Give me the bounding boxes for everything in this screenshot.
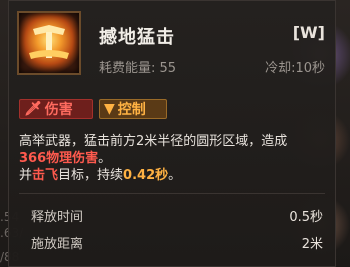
description-line: 高举武器，猛击前方2米半径的圆形区域，造成 bbox=[19, 134, 288, 149]
skill-hotkey: [W] bbox=[292, 23, 325, 42]
damage-value: 366物理伤害 bbox=[19, 151, 99, 166]
stat-row-cast-range: 施放距离 2米 bbox=[31, 233, 323, 252]
stat-value: 0.5秒 bbox=[289, 210, 323, 225]
sword-icon: 🗡 bbox=[24, 101, 42, 117]
tag-label: 控制 bbox=[117, 102, 146, 118]
energy-cost: 耗费能量: 55 bbox=[99, 61, 177, 76]
description-line: 并击飞目标，持续0.42秒。 bbox=[19, 168, 182, 183]
tag-label: 伤害 bbox=[44, 102, 73, 118]
stat-label: 释放时间 bbox=[31, 210, 84, 225]
skill-icon bbox=[17, 11, 81, 75]
control-icon: ▼ bbox=[104, 101, 115, 117]
skill-description: 高举武器，猛击前方2米半径的圆形区域，造成 366物理伤害。 并击飞目标，持续0… bbox=[19, 133, 329, 184]
hammer-icon bbox=[29, 25, 69, 59]
divider bbox=[19, 193, 325, 194]
cooldown: 冷却:10秒 bbox=[265, 61, 325, 76]
skill-name: 撼地猛击 bbox=[99, 27, 175, 48]
stat-row-cast-time: 释放时间 0.5秒 bbox=[31, 206, 323, 225]
tag-damage: 🗡 伤害 bbox=[19, 99, 93, 119]
skill-tooltip: 撼地猛击 [W] 耗费能量: 55 冷却:10秒 🗡 伤害 ▼ 控制 高举武器，… bbox=[8, 0, 336, 267]
description-line: 366物理伤害。 bbox=[19, 151, 112, 166]
stat-value: 2米 bbox=[301, 237, 323, 252]
knockup-keyword: 击飞 bbox=[32, 168, 59, 183]
duration-value: 0.42秒 bbox=[123, 168, 169, 183]
stat-label: 施放距离 bbox=[31, 237, 84, 252]
tag-control: ▼ 控制 bbox=[99, 99, 167, 119]
